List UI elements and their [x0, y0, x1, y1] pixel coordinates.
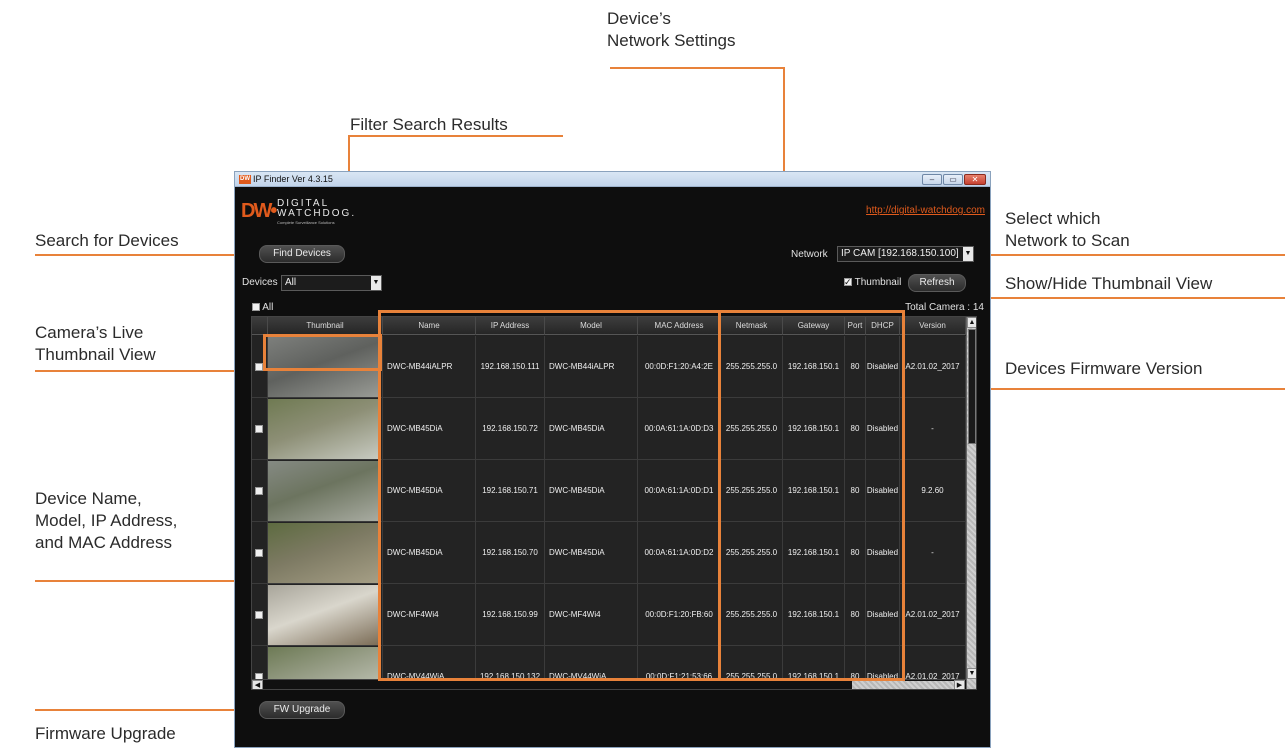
network-label: Network: [791, 249, 828, 260]
leader-line: [348, 135, 563, 137]
column-header-thumbnail[interactable]: Thumbnail: [268, 317, 383, 335]
refresh-button[interactable]: Refresh: [908, 274, 966, 292]
highlight-thumbnail: [263, 334, 382, 371]
thumbnail-checkbox[interactable]: [844, 275, 852, 289]
fw-upgrade-button[interactable]: FW Upgrade: [259, 701, 345, 719]
callout-search-for-devices: Search for Devices: [35, 231, 179, 250]
scroll-right-icon[interactable]: ▶: [954, 680, 965, 689]
devices-label: Devices: [242, 277, 278, 288]
camera-thumbnail-image: [268, 399, 381, 459]
leader-line: [35, 709, 260, 711]
logo-tagline: Complete Surveillance Solutions: [277, 220, 335, 225]
leader-line: [610, 67, 785, 69]
callout-firmware-version: Devices Firmware Version: [1005, 359, 1203, 378]
callout-device-network-settings: Device’s Network Settings: [607, 9, 736, 50]
callout-filter-search-results: Filter Search Results: [350, 115, 508, 134]
callout-show-hide-thumbnail: Show/Hide Thumbnail View: [1005, 274, 1213, 293]
select-all-label: All: [262, 302, 274, 313]
network-select[interactable]: IP CAM [192.168.150.100] ▼: [837, 246, 974, 262]
devices-filter-select[interactable]: All ▼: [281, 275, 382, 291]
row-checkbox[interactable]: [255, 363, 263, 371]
scroll-thumb[interactable]: [968, 329, 976, 444]
chevron-down-icon[interactable]: ▼: [963, 247, 973, 261]
cell-version: -: [900, 398, 966, 459]
cell-version: -: [900, 522, 966, 583]
thumbnail-toggle[interactable]: Thumbnail: [844, 275, 902, 290]
column-header-version[interactable]: Version: [900, 317, 966, 335]
select-all-toggle[interactable]: All: [252, 301, 273, 315]
camera-thumbnail-image: [268, 523, 381, 583]
leader-line: [970, 254, 1285, 256]
maximize-button[interactable]: ▭: [943, 174, 963, 185]
row-checkbox[interactable]: [255, 487, 263, 495]
cell-version: A2.01.02_2017: [900, 336, 966, 397]
total-camera-count: Total Camera : 14: [905, 302, 984, 313]
app-icon: DW: [239, 175, 251, 184]
highlight-device-identity: [378, 310, 721, 681]
cell-version: A2.01.02_2017: [900, 584, 966, 645]
scroll-left-icon[interactable]: ◀: [252, 680, 263, 689]
logo-brand: DIGITAL WATCHDOG.: [277, 198, 357, 219]
column-header: [252, 317, 268, 335]
select-all-checkbox[interactable]: [252, 303, 260, 312]
thumbnail-label: Thumbnail: [854, 277, 902, 288]
vertical-scrollbar[interactable]: ▲ ▼: [966, 317, 976, 689]
find-devices-button[interactable]: Find Devices: [259, 245, 345, 263]
website-link[interactable]: http://digital-watchdog.com: [866, 205, 985, 216]
minimize-button[interactable]: ‒: [922, 174, 942, 185]
digital-watchdog-logo: DW• DIGITAL WATCHDOG. Complete Surveilla…: [241, 198, 361, 228]
row-checkbox[interactable]: [255, 611, 263, 619]
row-checkbox[interactable]: [255, 549, 263, 557]
leader-line: [35, 254, 260, 256]
logo-mark: DW•: [241, 200, 277, 222]
scroll-track[interactable]: [852, 681, 954, 689]
camera-thumbnail-image: [268, 585, 381, 645]
scroll-down-icon[interactable]: ▼: [967, 668, 976, 679]
network-value: IP CAM [192.168.150.100]: [841, 248, 959, 259]
row-checkbox[interactable]: [255, 425, 263, 433]
window-title: IP Finder Ver 4.3.15: [253, 174, 333, 184]
camera-thumbnail-image: [268, 461, 381, 521]
cell-version: 9.2.60: [900, 460, 966, 521]
callout-firmware-upgrade: Firmware Upgrade: [35, 724, 176, 743]
close-button[interactable]: ✕: [964, 174, 986, 185]
callout-select-network: Select which Network to Scan: [1005, 209, 1130, 250]
title-bar: DW IP Finder Ver 4.3.15 ‒ ▭ ✕: [235, 172, 990, 187]
chevron-down-icon[interactable]: ▼: [371, 276, 381, 290]
callout-camera-live-thumbnail: Camera’s Live Thumbnail View: [35, 323, 156, 364]
callout-device-name-model-ip-mac: Device Name, Model, IP Address, and MAC …: [35, 489, 178, 552]
highlight-network-settings: [718, 310, 905, 681]
scroll-up-icon[interactable]: ▲: [967, 317, 976, 328]
devices-filter-value: All: [285, 277, 297, 288]
leader-line: [35, 370, 265, 372]
